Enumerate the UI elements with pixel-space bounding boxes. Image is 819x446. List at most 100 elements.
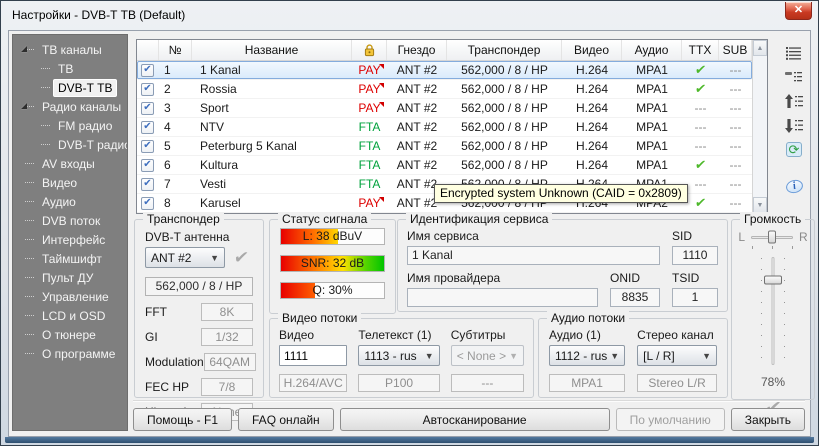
channel-row[interactable]: ✔ 2 Rossia PAY ANT #2 562,000 / 8 / HP [137,80,752,99]
channel-checkbox[interactable]: ✔ [141,83,154,96]
video-pid-input[interactable] [279,345,347,366]
checkbox-check-icon: ✔ [143,179,151,189]
channel-checkbox[interactable]: ✔ [141,140,154,153]
sidebar-item[interactable]: ◢ LCD и OSD [13,306,127,325]
sidebar-item[interactable]: ◢ О тюнере [13,325,127,344]
transponder-param-row: FEC HP 7/8 [145,378,253,396]
channel-checkbox[interactable]: ✔ [141,64,154,77]
sidebar-item[interactable]: ◢ Пульт ДУ [13,268,127,287]
service-name-label: Имя сервиса [407,229,660,243]
channel-audio-codec: MPA1 [622,101,682,115]
param-label: FFT [145,305,167,319]
volume-track[interactable] [772,257,775,365]
note-corner-marker [379,83,384,88]
channel-audio-codec: MPA1 [622,120,682,134]
header-teletext[interactable]: ТТХ [682,40,719,60]
slider-ticks [761,258,762,364]
header-number[interactable]: № [159,40,192,60]
sidebar-item[interactable]: ◢ AV входы [13,154,127,173]
volume-group: Громкость L R 78% ✔ [731,219,815,400]
channel-row[interactable]: ✔ 1 1 Kanal PAY ANT #2 562,000 / 8 / HP [137,61,752,80]
settings-window: Настройки - DVB-T ТВ (Default) ✕ ◢ ТВ ка… [0,0,819,446]
channel-socket: ANT #2 [387,120,447,134]
sidebar-item[interactable]: ◢ ТВ [13,59,127,78]
tree-expander-icon[interactable]: ◢ [21,45,27,53]
sidebar-item[interactable]: ◢ Управление [13,287,127,306]
header-name[interactable]: Название [192,40,352,60]
channel-checkbox[interactable]: ✔ [141,102,154,115]
balance-slider[interactable]: L R [738,230,808,244]
footer-button[interactable]: Помощь - F1 [133,408,232,431]
title-bar[interactable]: Настройки - DVB-T ТВ (Default) ✕ [1,1,818,29]
group-title: Аудио потоки [547,311,629,325]
sidebar-item-label: Интерфейс [37,231,110,249]
channel-row[interactable]: ✔ 5 Peterburg 5 Kanal FTA ANT #2 562,000… [137,137,752,156]
antenna-select[interactable]: ANT #2 ▼ [145,247,225,268]
volume-thumb[interactable] [764,275,782,284]
channel-teletext-cell: ✔--- [682,120,719,134]
sidebar-item[interactable]: ◢ DVB-T радио [13,135,127,154]
channel-row[interactable]: ✔ 6 Kultura FTA ANT #2 562,000 / 8 / HP [137,156,752,175]
channel-row[interactable]: ✔ 3 Sport PAY ANT #2 562,000 / 8 / HP [137,99,752,118]
sidebar-item[interactable]: ◢ О программе [13,344,127,363]
header-checkbox-column[interactable] [137,40,159,60]
provider-name-field[interactable] [407,288,598,307]
rescan-icon[interactable]: ⟳ [784,141,804,157]
sidebar-item[interactable]: ◢ DVB-T ТВ [13,78,127,97]
teletext-select[interactable]: 1113 - rus ▼ [358,345,439,366]
tree-expander-icon[interactable]: ◢ [21,102,27,110]
transponder-param-row: Modulation 64QAM [145,353,253,371]
sidebar-item[interactable]: ◢ Интерфейс [13,230,127,249]
channel-info-icon[interactable]: i [784,165,804,181]
sidebar-item[interactable]: ◢ ТВ каналы [13,40,127,59]
checkbox-check-icon: ✔ [143,198,151,208]
header-audio[interactable]: Аудио [622,40,682,60]
balance-thumb[interactable] [768,231,776,244]
scroll-down-icon[interactable]: ▼ [753,197,767,213]
balance-track[interactable] [751,236,793,239]
service-name-field[interactable]: 1 Kanal [407,246,660,265]
sidebar-item[interactable]: ◢ DVB поток [13,211,127,230]
header-video[interactable]: Видео [562,40,622,60]
group-title: Статус сигнала [278,212,371,226]
footer-button[interactable]: По умолчанию [616,408,725,431]
sidebar-item[interactable]: ◢ FM радио [13,116,127,135]
stereo-channel-select[interactable]: [L / R] ▼ [637,345,717,366]
note-corner-marker [379,102,384,107]
header-transponder[interactable]: Транспондер [447,40,562,60]
sidebar-item-label: DVB-T ТВ [53,79,117,97]
channel-audio-codec: MPA1 [622,139,682,153]
channel-row[interactable]: ✔ 4 NTV FTA ANT #2 562,000 / 8 / HP [137,118,752,137]
sidebar-item[interactable]: ◢ Таймшифт [13,249,127,268]
channel-checkbox[interactable]: ✔ [141,178,154,191]
channel-checkbox[interactable]: ✔ [141,159,154,172]
channel-subtitles-cell: --- [719,120,752,134]
close-button[interactable]: ✕ [785,2,812,20]
channel-teletext-cell: ✔ [682,157,719,173]
channel-checkbox[interactable]: ✔ [141,197,154,210]
group-title: Видео потоки [278,311,361,325]
channel-list-icon[interactable] [784,45,804,61]
service-identification-group: Идентификация сервиса Имя сервиса 1 Kana… [397,219,728,312]
sidebar-item[interactable]: ◢ Аудио [13,192,127,211]
volume-slider[interactable] [753,255,793,367]
channel-table-header: № Название Гнездо Транспондер В [137,40,752,61]
sidebar-item-label: DVB поток [37,212,105,230]
scroll-up-icon[interactable]: ▲ [753,40,767,56]
footer-button[interactable]: Закрыть [731,408,805,431]
onid-field: 8835 [610,288,660,307]
footer-button[interactable]: Автосканирование [340,408,610,431]
channel-checkbox[interactable]: ✔ [141,121,154,134]
sidebar-item[interactable]: ◢ Видео [13,173,127,192]
channel-number: 3 [159,101,192,115]
channel-remove-icon[interactable] [784,69,804,85]
sidebar-item[interactable]: ◢ Радио каналы [13,97,127,116]
footer-button[interactable]: FAQ онлайн [238,408,334,431]
header-encryption[interactable] [352,40,387,60]
table-scrollbar[interactable]: ▲ ▼ [752,40,767,213]
audio-select[interactable]: 1112 - rus ▼ [549,345,625,366]
channel-move-down-icon[interactable] [784,117,804,133]
channel-move-up-icon[interactable] [784,93,804,109]
header-subtitles[interactable]: SUB [719,40,752,60]
header-socket[interactable]: Гнездо [387,40,447,60]
